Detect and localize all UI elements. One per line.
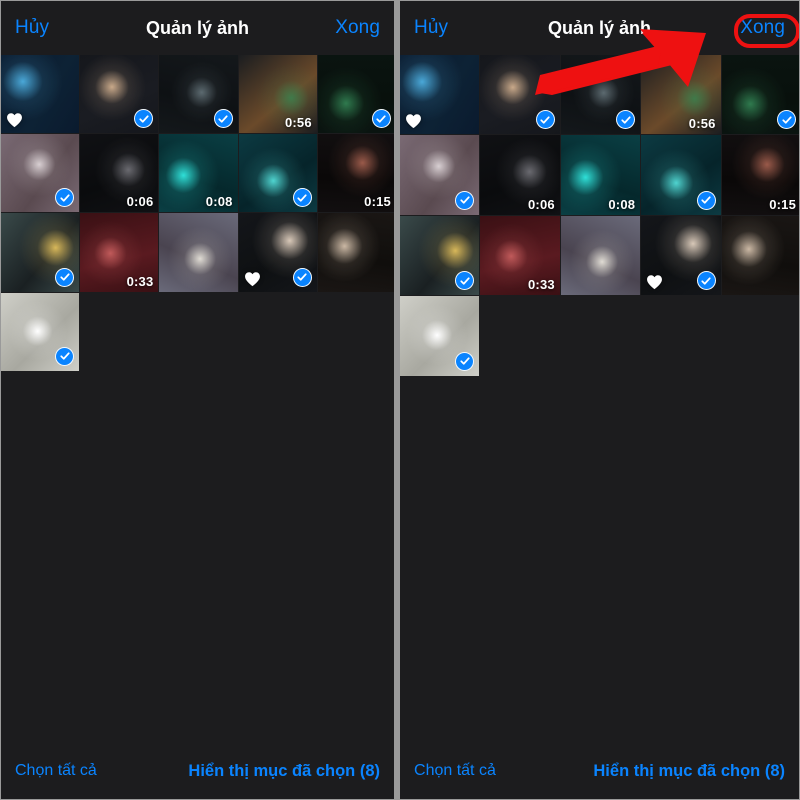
select-all-button[interactable]: Chọn tất cả <box>15 762 97 780</box>
video-duration-label: 0:56 <box>688 116 716 132</box>
thumbnail-image <box>159 213 238 292</box>
favorite-heart-icon <box>6 112 23 128</box>
photo-thumbnail[interactable] <box>721 215 800 296</box>
photo-thumbnail[interactable] <box>400 55 480 135</box>
photo-thumbnail[interactable] <box>721 55 800 135</box>
photo-thumbnail[interactable] <box>480 55 560 135</box>
video-duration-label: 0:33 <box>527 277 555 293</box>
photo-thumbnail[interactable] <box>1 134 80 213</box>
selected-check-icon[interactable] <box>696 190 716 210</box>
selected-check-icon[interactable] <box>55 267 75 287</box>
video-duration-label: 0:15 <box>364 194 391 210</box>
video-duration-label: 0:08 <box>608 196 636 212</box>
photo-thumbnail[interactable]: 0:15 <box>721 135 800 215</box>
photo-thumbnail[interactable] <box>238 213 317 292</box>
done-button[interactable]: Xong <box>335 17 380 39</box>
photo-thumbnail[interactable]: 0:08 <box>159 134 238 213</box>
photo-thumbnail[interactable]: 0:06 <box>80 134 159 213</box>
photo-thumbnail[interactable]: 0:08 <box>560 135 641 215</box>
photo-thumbnail[interactable]: 0:33 <box>80 213 159 292</box>
video-duration-label: 0:56 <box>284 115 312 131</box>
video-duration-label: 0:15 <box>769 196 797 212</box>
photo-thumbnail[interactable] <box>1 55 80 134</box>
navigation-bar-left: Hủy Quản lý ảnh Xong <box>1 1 395 55</box>
photo-thumbnail[interactable] <box>317 213 395 292</box>
favorite-heart-icon <box>405 113 422 129</box>
page-title-2: Quản lý ảnh <box>547 17 652 38</box>
photo-thumbnail[interactable] <box>400 215 480 296</box>
show-selected-button[interactable]: Hiển thị mục đã chọn (8) <box>188 762 380 781</box>
bottom-toolbar-right: Chọn tất cả Hiển thị mục đã chọn (8) <box>400 747 799 799</box>
photo-grid-left[interactable]: 0:56 0:06 0:08 0:15 0:33 <box>1 55 395 371</box>
phone-screen-before: Hủy Quản lý ảnh Xong 0:56 0:06 0:08 0:15 0:3… <box>0 0 395 800</box>
cancel-button[interactable]: Hủy <box>15 17 49 39</box>
photo-thumbnail[interactable] <box>238 134 317 213</box>
cancel-button-2[interactable]: Hủy <box>414 17 448 39</box>
photo-thumbnail[interactable] <box>317 55 395 134</box>
photo-thumbnail[interactable]: 0:15 <box>317 134 395 213</box>
selected-check-icon[interactable] <box>455 351 475 371</box>
screenshot-root: Hủy Quản lý ảnh Xong 0:56 0:06 0:08 0:15 0:3… <box>0 0 800 800</box>
selected-check-icon[interactable] <box>696 271 716 291</box>
selected-check-icon[interactable] <box>213 109 233 129</box>
photo-thumbnail[interactable]: 0:56 <box>641 55 721 135</box>
phone-screen-after: Hủy Quản lý ảnh Xong 0:56 0:06 0:08 0:15 0:3… <box>400 0 800 800</box>
favorite-heart-icon <box>244 271 261 287</box>
photo-thumbnail[interactable] <box>400 296 480 376</box>
photo-thumbnail[interactable] <box>560 55 641 135</box>
video-duration-label: 0:06 <box>126 194 154 210</box>
selected-check-icon[interactable] <box>55 346 75 366</box>
photo-grid-right[interactable]: 0:56 0:06 0:08 0:15 0:33 <box>400 55 800 376</box>
photo-thumbnail[interactable] <box>560 215 641 296</box>
photo-thumbnail[interactable]: 0:06 <box>480 135 560 215</box>
thumbnail-image <box>721 215 800 296</box>
favorite-heart-icon <box>646 274 663 290</box>
video-duration-label: 0:06 <box>527 196 555 212</box>
show-selected-button-2[interactable]: Hiển thị mục đã chọn (8) <box>593 762 785 781</box>
photo-thumbnail[interactable] <box>80 55 159 134</box>
photo-thumbnail[interactable] <box>641 215 721 296</box>
photo-thumbnail[interactable] <box>159 55 238 134</box>
photo-thumbnail[interactable] <box>1 213 80 292</box>
navigation-bar-right: Hủy Quản lý ảnh Xong <box>400 1 799 55</box>
photo-thumbnail[interactable] <box>1 292 80 371</box>
photo-thumbnail[interactable]: 0:33 <box>480 215 560 296</box>
thumbnail-image <box>317 213 395 292</box>
photo-thumbnail[interactable] <box>641 135 721 215</box>
photo-thumbnail[interactable] <box>400 135 480 215</box>
thumbnail-image <box>560 215 641 296</box>
video-duration-label: 0:33 <box>126 273 154 289</box>
photo-thumbnail[interactable] <box>159 213 238 292</box>
bottom-toolbar-left: Chọn tất cả Hiển thị mục đã chọn (8) <box>1 747 395 799</box>
photo-thumbnail[interactable]: 0:56 <box>238 55 317 134</box>
video-duration-label: 0:08 <box>205 194 233 210</box>
select-all-button-2[interactable]: Chọn tất cả <box>414 762 496 780</box>
done-button-2[interactable]: Xong <box>740 17 785 39</box>
selected-check-icon[interactable] <box>292 267 312 287</box>
